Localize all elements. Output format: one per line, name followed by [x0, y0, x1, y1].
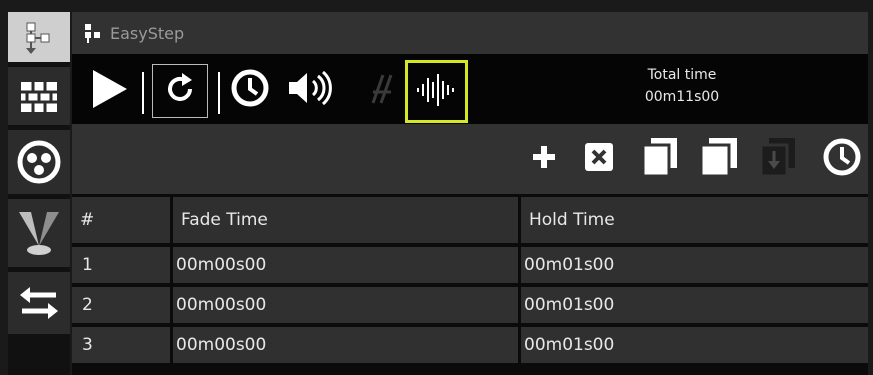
fade-time-cell[interactable]: 00m00s00 [176, 287, 516, 323]
copy-icon [641, 137, 679, 181]
playback-toolbar: Total time 00m11s00 [72, 54, 868, 124]
step-time-button[interactable] [820, 138, 864, 180]
hold-time-cell[interactable]: 00m01s00 [524, 327, 864, 363]
play-button[interactable] [86, 68, 132, 114]
color-wheel-icon [16, 139, 62, 185]
panel-titlebar: EasyStep [72, 12, 868, 54]
paste-icon [699, 137, 739, 181]
hold-time-cell[interactable]: 00m01s00 [524, 247, 864, 283]
sidebar-item-color[interactable] [8, 130, 70, 194]
fade-time-cell[interactable]: 00m00s00 [176, 247, 516, 283]
loop-icon [162, 71, 198, 111]
sidebar-item-pixel-map[interactable] [8, 67, 70, 125]
audio-button[interactable] [284, 68, 336, 112]
step-index: 2 [82, 295, 93, 315]
step-index: 1 [82, 255, 93, 275]
column-header-index[interactable]: # [72, 197, 170, 243]
sidebar-item-effects[interactable] [8, 199, 70, 267]
copy-step-button[interactable] [638, 138, 682, 180]
table-row[interactable]: 3 00m00s00 00m01s00 [72, 327, 868, 363]
total-time-label: Total time [647, 67, 717, 83]
loop-button[interactable] [152, 64, 208, 118]
fade-time-cell[interactable]: 00m00s00 [176, 327, 516, 363]
table-row[interactable]: 1 00m00s00 00m01s00 [72, 247, 868, 283]
step-index: 3 [82, 335, 93, 355]
add-step-button[interactable] [528, 138, 560, 180]
add-icon [531, 144, 557, 174]
step-actions-bar [72, 124, 868, 194]
bpm-icon [365, 72, 395, 110]
paste-step-button[interactable] [696, 138, 742, 180]
speaker-icon [285, 68, 335, 112]
total-time-value: 00m11s00 [644, 89, 720, 105]
panel-title: EasyStep [110, 23, 185, 43]
sidebar-item-transfer[interactable] [8, 272, 70, 334]
play-icon [89, 68, 129, 114]
left-toolbar [8, 12, 70, 375]
toolbar-separator [142, 72, 144, 114]
total-time-display: Total time 00m11s00 [592, 64, 772, 108]
audio-waveform-icon [415, 72, 459, 112]
sidebar-item-easystep[interactable] [8, 12, 70, 62]
step-sequence-icon [82, 22, 104, 44]
hold-time-cell[interactable]: 00m01s00 [524, 287, 864, 323]
toolbar-separator [218, 72, 220, 114]
step-sequence-icon [19, 17, 59, 57]
swap-arrows-icon [16, 280, 62, 326]
audio-sync-button[interactable] [405, 60, 468, 123]
insert-icon [759, 137, 797, 181]
bpm-button[interactable] [362, 72, 398, 110]
table-row[interactable]: 2 00m00s00 00m01s00 [72, 287, 868, 323]
easystep-window: EasyStep Total time 00m11s00 # Fade Time… [0, 0, 873, 375]
steps-table: # Fade Time Hold Time 1 00m00s00 00m01s0… [72, 194, 868, 375]
column-header-fade-time[interactable]: Fade Time [173, 197, 518, 243]
time-button[interactable] [228, 68, 272, 112]
delete-icon [584, 142, 614, 176]
spotlight-icon [15, 206, 63, 260]
delete-step-button[interactable] [579, 138, 619, 180]
insert-step-button[interactable] [756, 138, 800, 180]
clock-icon [822, 137, 862, 181]
wall-grid-icon [17, 74, 61, 118]
column-header-hold-time[interactable]: Hold Time [521, 197, 868, 243]
clock-icon [230, 68, 270, 112]
